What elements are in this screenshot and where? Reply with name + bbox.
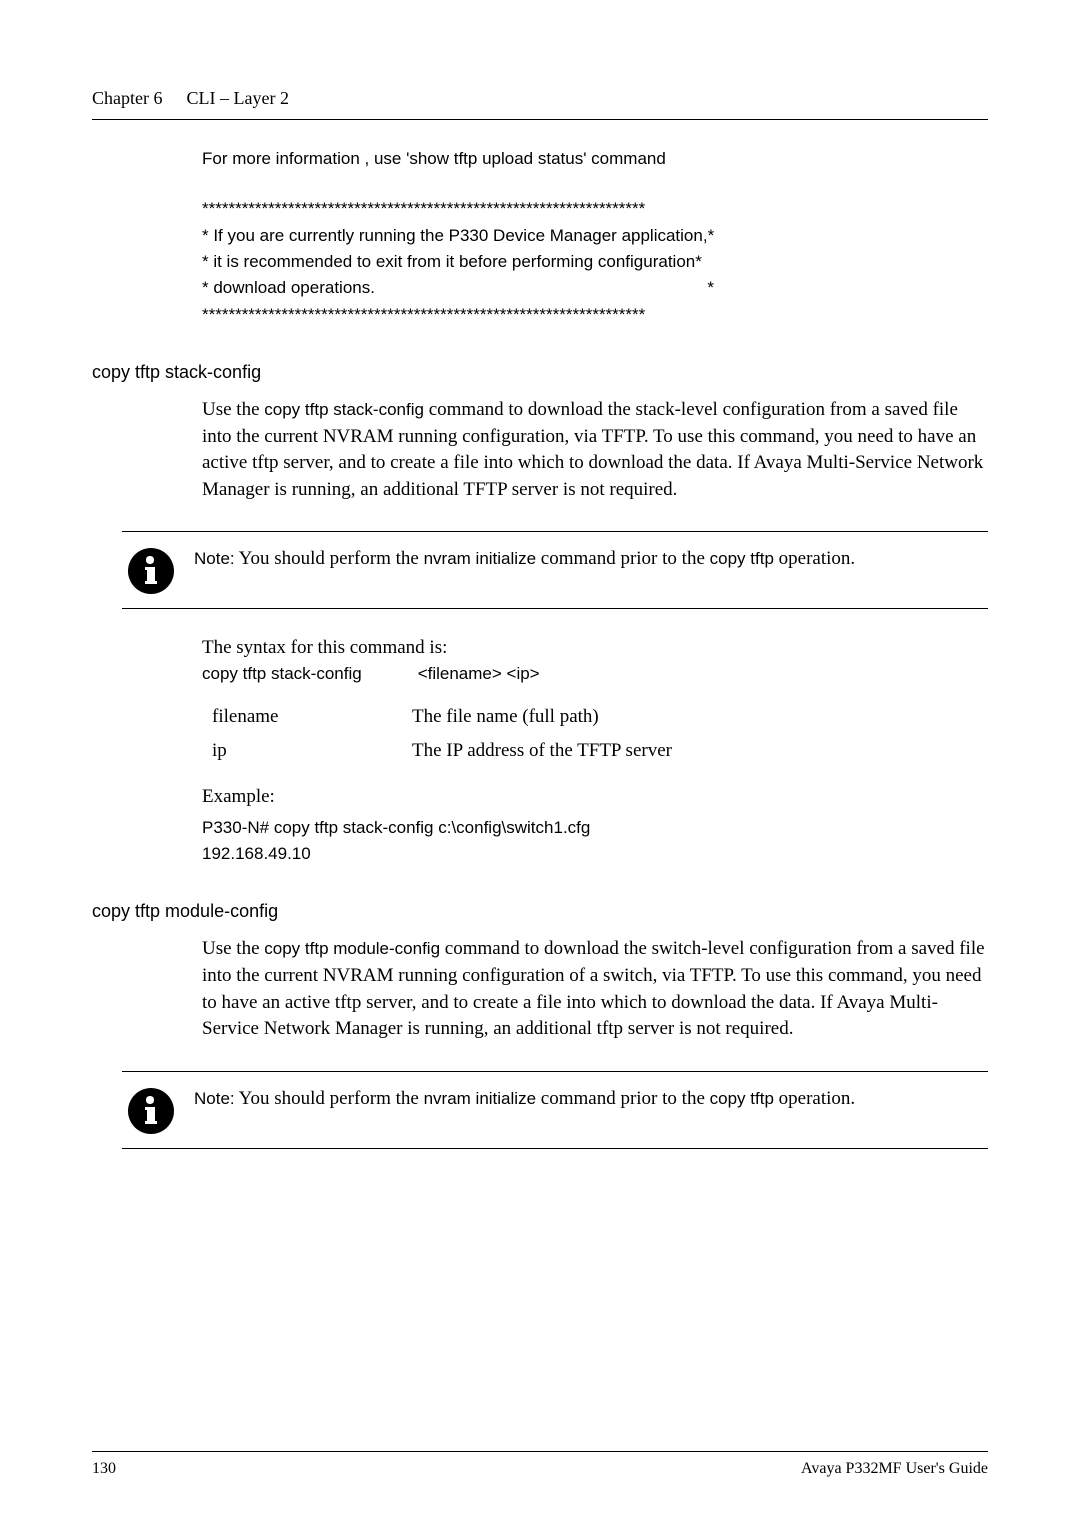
section-heading-stack-config: copy tftp stack-config: [92, 362, 988, 383]
note2-pre: You should perform the: [235, 1088, 424, 1109]
note1-pre: You should perform the: [235, 548, 424, 569]
section2-body-pre: Use the: [202, 938, 264, 959]
param-name-filename: filename: [202, 706, 412, 728]
section2-body-cmd: copy tftp module-config: [264, 939, 440, 958]
note2-mid: command prior to the: [536, 1088, 710, 1109]
intro-line-3b: *: [707, 275, 714, 301]
note-block-1: Note: You should perform the nvram initi…: [122, 531, 988, 609]
param-row-filename: filename The file name (full path): [202, 706, 988, 728]
note-block-2: Note: You should perform the nvram initi…: [122, 1071, 988, 1149]
param-row-ip: ip The IP address of the TFTP server: [202, 740, 988, 762]
intro-stars-1: ****************************************…: [202, 196, 988, 222]
example-line-1: P330-N# copy tftp stack-config c:\config…: [202, 815, 988, 841]
intro-stars-2: ****************************************…: [202, 302, 988, 328]
note-label-1: Note:: [194, 549, 235, 568]
note2-post: operation.: [774, 1088, 855, 1109]
note-text-1: Note: You should perform the nvram initi…: [194, 546, 859, 573]
page-footer: 130 Avaya P332MF User's Guide: [92, 1451, 988, 1478]
note2-cmd1: nvram initialize: [424, 1089, 536, 1108]
info-icon: [128, 1088, 174, 1134]
chapter-title: CLI – Layer 2: [186, 88, 288, 109]
param-name-ip: ip: [202, 740, 412, 762]
section1-body-cmd: copy tftp stack-config: [264, 400, 424, 419]
syntax-args: <filename> <ip>: [418, 664, 540, 684]
section2-body: Use the copy tftp module-config command …: [202, 936, 988, 1042]
syntax-label: The syntax for this command is:: [202, 635, 988, 662]
param-desc-ip: The IP address of the TFTP server: [412, 740, 672, 762]
note1-mid: command prior to the: [536, 548, 710, 569]
syntax-cmd: copy tftp stack-config: [202, 664, 362, 684]
intro-more-info: For more information , use 'show tftp up…: [202, 146, 988, 172]
example-label: Example:: [202, 784, 988, 811]
section1-body: Use the copy tftp stack-config command t…: [202, 397, 988, 503]
note-label-2: Note:: [194, 1089, 235, 1108]
page-header: Chapter 6 CLI – Layer 2: [92, 88, 988, 120]
guide-title: Avaya P332MF User's Guide: [801, 1460, 988, 1478]
chapter-number: Chapter 6: [92, 88, 162, 109]
section1-body-pre: Use the: [202, 399, 264, 420]
note2-cmd2: copy tftp: [710, 1089, 774, 1108]
intro-line-3: * download operations. *: [202, 275, 714, 301]
intro-line-1: * If you are currently running the P330 …: [202, 223, 988, 249]
param-desc-filename: The file name (full path): [412, 706, 599, 728]
intro-line-3a: * download operations.: [202, 275, 375, 301]
section-heading-module-config: copy tftp module-config: [92, 901, 988, 922]
note1-post: operation.: [774, 548, 855, 569]
example-line-2: 192.168.49.10: [202, 841, 988, 867]
intro-line-2: * it is recommended to exit from it befo…: [202, 249, 988, 275]
note1-cmd2: copy tftp: [710, 549, 774, 568]
page-number: 130: [92, 1460, 116, 1478]
info-icon: [128, 548, 174, 594]
page-content: For more information , use 'show tftp up…: [92, 146, 988, 328]
note1-cmd1: nvram initialize: [424, 549, 536, 568]
note-text-2: Note: You should perform the nvram initi…: [194, 1086, 859, 1113]
